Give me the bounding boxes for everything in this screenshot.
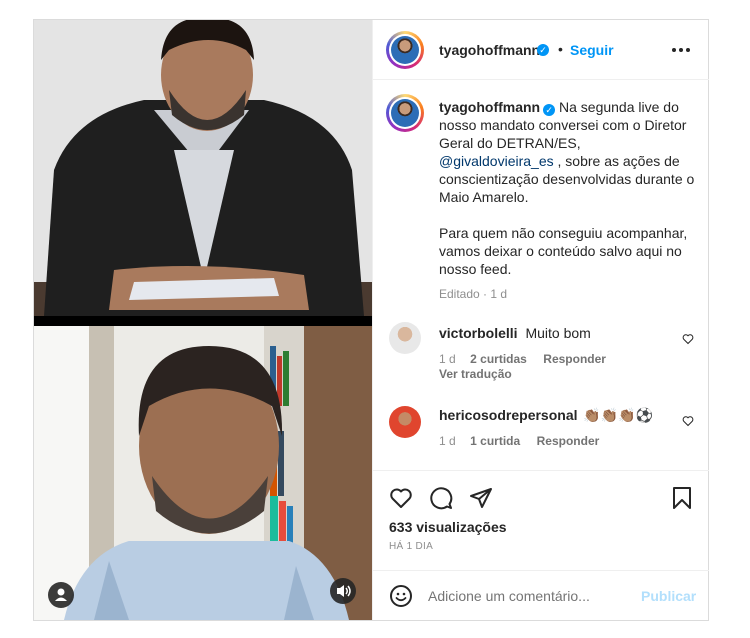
- author-username[interactable]: tyagohoffmann: [439, 42, 540, 58]
- views-count[interactable]: 633 visualizações: [389, 519, 507, 535]
- comment-likes[interactable]: 2 curtidas: [470, 352, 527, 366]
- author-avatar[interactable]: [386, 31, 424, 69]
- follow-button[interactable]: Seguir: [570, 42, 614, 58]
- heart-icon[interactable]: [389, 486, 413, 510]
- man-bookshelf-image: [34, 326, 372, 620]
- comment-time: 1 d: [439, 352, 456, 366]
- comment-reply-button[interactable]: Responder: [537, 434, 600, 448]
- live-video-top: [34, 20, 372, 316]
- share-icon[interactable]: [469, 486, 493, 510]
- bookmark-icon[interactable]: [670, 486, 694, 510]
- post-sidebar: tyagohoffmann ✓ • Seguir tyagohoffmann ✓ …: [372, 20, 709, 620]
- comment-likes[interactable]: 1 curtida: [470, 434, 520, 448]
- comment-row: victorbolelli Muito bom: [439, 325, 591, 341]
- publish-button[interactable]: Publicar: [641, 588, 696, 604]
- comment-like-heart-icon[interactable]: [682, 415, 694, 427]
- comment-reply-button[interactable]: Responder: [543, 352, 606, 366]
- header-separator: •: [558, 41, 563, 57]
- see-translation-link[interactable]: Ver tradução: [439, 367, 512, 381]
- caption-meta: Editado · 1 d: [439, 287, 508, 301]
- comment-username[interactable]: victorbolelli: [439, 325, 518, 341]
- add-comment-bar: Publicar: [373, 570, 709, 620]
- caption-paragraph-2: Para quem não conseguiu acompanhar, vamo…: [439, 225, 688, 277]
- speaker-icon: [337, 585, 351, 597]
- user-tag-button[interactable]: [48, 582, 74, 608]
- man-smiling-image: [34, 20, 372, 316]
- post-caption: tyagohoffmann ✓ Na segunda live do nosso …: [439, 98, 697, 278]
- comment-avatar[interactable]: [389, 322, 421, 354]
- comment-time: 1 d: [439, 434, 456, 448]
- post-card: tyagohoffmann ✓ • Seguir tyagohoffmann ✓ …: [33, 19, 709, 621]
- caption-username[interactable]: tyagohoffmann: [439, 99, 540, 115]
- post-header: tyagohoffmann ✓ • Seguir: [373, 20, 709, 80]
- emoji-icon[interactable]: [389, 584, 413, 608]
- comment-text: Muito bom: [525, 325, 591, 341]
- verified-badge-icon: ✓: [543, 104, 556, 116]
- comment-username[interactable]: hericosodrepersonal: [439, 407, 578, 423]
- comment-input[interactable]: [428, 584, 628, 608]
- audio-toggle-button[interactable]: [330, 578, 356, 604]
- post-actions: 633 visualizações HÁ 1 DIA: [373, 470, 709, 570]
- mention-link[interactable]: @givaldovieira_es: [439, 153, 554, 169]
- post-media[interactable]: [34, 20, 372, 620]
- live-video-bottom: [34, 326, 372, 620]
- comment-meta: 1 d 2 curtidas Responder: [439, 350, 606, 368]
- comment-avatar[interactable]: [389, 406, 421, 438]
- comment-meta: 1 d 1 curtida Responder: [439, 432, 599, 450]
- comment-text: 👏🏽👏🏽👏🏽⚽: [583, 407, 654, 423]
- caption-author-avatar[interactable]: [386, 94, 424, 132]
- more-options-icon[interactable]: [671, 47, 691, 53]
- comment-row: hericosodrepersonal 👏🏽👏🏽👏🏽⚽: [439, 407, 653, 424]
- video-divider: [34, 316, 372, 326]
- user-tag-icon: [55, 588, 67, 601]
- verified-badge-icon: ✓: [537, 44, 549, 56]
- comment-icon[interactable]: [429, 486, 453, 510]
- post-date[interactable]: HÁ 1 DIA: [389, 541, 433, 552]
- comment-like-heart-icon[interactable]: [682, 333, 694, 345]
